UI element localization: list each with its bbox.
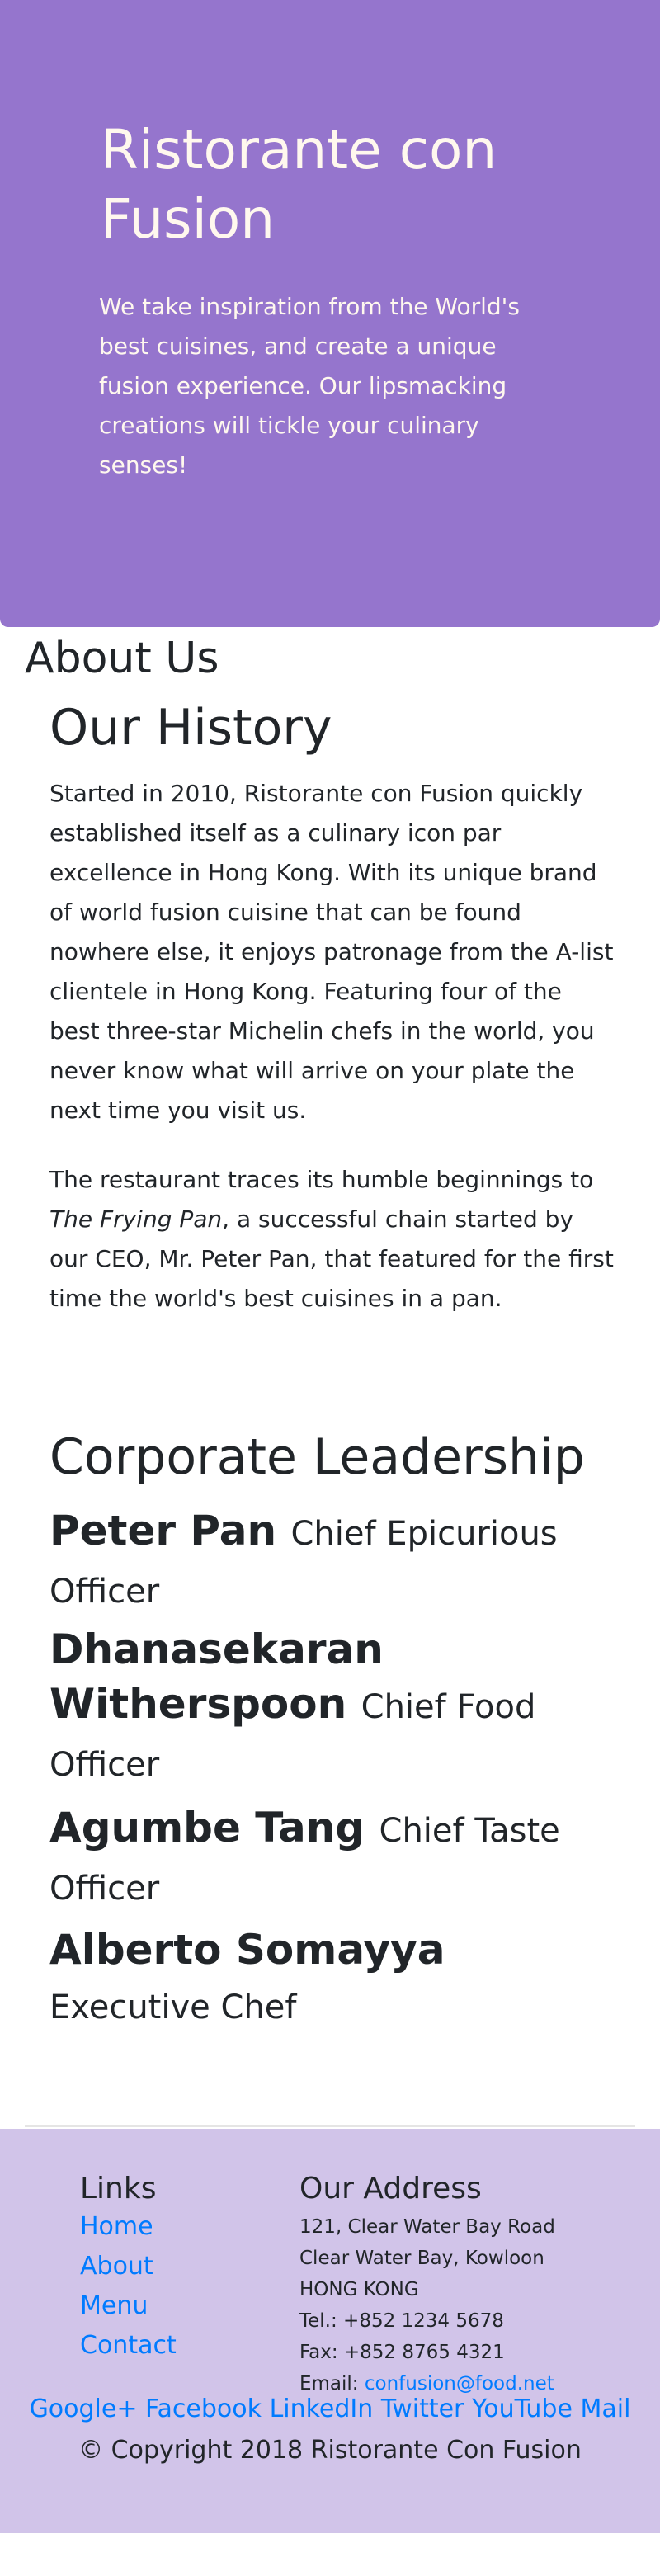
jumbotron: Ristorante con Fusion We take inspiratio…	[0, 0, 660, 627]
facebook-link[interactable]: Facebook	[145, 2394, 262, 2423]
links-heading: Links	[80, 2172, 157, 2206]
youtube-link[interactable]: YouTube	[472, 2394, 573, 2423]
address: 121, Clear Water Bay Road Clear Water Ba…	[299, 2211, 555, 2399]
leader-name: Peter Pan	[50, 1507, 277, 1555]
social-links: Google+ Facebook LinkedIn Twitter YouTub…	[0, 2394, 660, 2423]
footer-link-contact[interactable]: Contact	[80, 2331, 177, 2360]
address-line: HONG KONG	[299, 2279, 419, 2300]
frying-pan-text: The Frying Pan	[50, 1205, 223, 1233]
linkedin-link[interactable]: LinkedIn	[270, 2394, 374, 2423]
divider	[25, 2125, 635, 2127]
email-link[interactable]: confusion@food.net	[365, 2373, 554, 2394]
leader-name: Alberto Somayya	[50, 1926, 446, 1974]
footer-links: Home About Menu Contact	[80, 2207, 177, 2366]
history-paragraph-2: The restaurant traces its humble beginni…	[50, 1160, 619, 1319]
leader: Agumbe Tang Chief Taste Officer	[50, 1800, 594, 1916]
history-paragraph-1: Started in 2010, Ristorante con Fusion q…	[50, 780, 614, 1124]
leader: Alberto Somayya Executive Chef	[50, 1923, 594, 2035]
twitter-link[interactable]: Twitter	[381, 2394, 464, 2423]
footer-link-about[interactable]: About	[80, 2252, 153, 2281]
leadership-heading: Corporate Leadership	[50, 1428, 585, 1486]
leader-name: Dhanasekaran Witherspoon	[50, 1625, 384, 1728]
copyright: © Copyright 2018 Ristorante Con Fusion	[78, 2436, 582, 2465]
email-label: Email:	[299, 2373, 365, 2394]
fax: Fax: +852 8765 4321	[299, 2342, 505, 2363]
history-heading: Our History	[50, 699, 332, 757]
phone: Tel.: +852 1234 5678	[299, 2310, 504, 2332]
leader: Peter Pan Chief Epicurious Officer	[50, 1503, 594, 1619]
restaurant-title: Ristorante con Fusion	[101, 118, 497, 251]
about-heading: About Us	[25, 634, 219, 683]
restaurant-tagline: We take inspiration from the World's bes…	[99, 293, 520, 479]
google-plus-link[interactable]: Google+	[30, 2394, 138, 2423]
footer-link-home[interactable]: Home	[80, 2212, 153, 2241]
address-line: Clear Water Bay, Kowloon	[299, 2248, 544, 2269]
footer-link-menu[interactable]: Menu	[80, 2291, 148, 2320]
address-line: 121, Clear Water Bay Road	[299, 2216, 555, 2238]
text: The restaurant traces its humble beginni…	[50, 1166, 594, 1193]
footer: Links Home About Menu Contact Our Addres…	[0, 2129, 660, 2533]
leader-name: Agumbe Tang	[50, 1804, 365, 1852]
leader-title: Executive Chef	[50, 1989, 297, 2026]
mail-link[interactable]: Mail	[580, 2394, 630, 2423]
address-heading: Our Address	[299, 2172, 482, 2206]
leader: Dhanasekaran Witherspoon Chief Food Offi…	[50, 1622, 594, 1792]
